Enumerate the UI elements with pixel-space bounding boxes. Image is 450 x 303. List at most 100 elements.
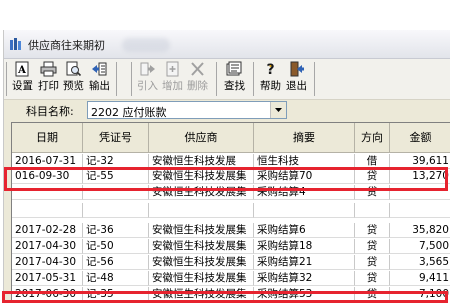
cell-date[interactable] bbox=[12, 185, 83, 200]
table-row[interactable]: 2017-04-30 记-56 安徽恒生科技发展集 采购结算21 贷 3,565 bbox=[12, 255, 450, 270]
cell-summary[interactable]: 采购结算21 bbox=[254, 255, 355, 270]
table-row[interactable]: 2017-05-31 记-48 安徽恒生科技发展集 采购结算32 贷 9,411 bbox=[12, 271, 450, 286]
cell-supplier[interactable]: 安徽恒生科技发展 bbox=[149, 154, 254, 169]
preview-button[interactable]: 预览 bbox=[61, 61, 86, 93]
cell-voucher-no[interactable]: 记-32 bbox=[83, 154, 149, 169]
app-icon bbox=[10, 38, 21, 50]
cell-supplier[interactable]: 安徽恒生科技发展集 bbox=[149, 169, 254, 184]
preview-label: 预览 bbox=[63, 80, 84, 92]
header-direction[interactable]: 方向 bbox=[355, 123, 390, 153]
cell-direction[interactable]: 贷 bbox=[355, 239, 390, 254]
cell-direction[interactable]: 贷 bbox=[355, 185, 390, 200]
header-date[interactable]: 日期 bbox=[12, 123, 83, 153]
add-icon bbox=[166, 61, 179, 77]
toolbar: A 设置 打印 预览 输出 引入 增加 删除 查找 ? 帮助 退出 bbox=[4, 59, 450, 100]
cell-supplier[interactable]: 安徽恒生科技发展集 bbox=[149, 223, 254, 238]
help-icon: ? bbox=[266, 62, 274, 77]
settings-button[interactable]: A 设置 bbox=[10, 61, 35, 93]
cell-voucher-no[interactable]: 记-36 bbox=[83, 223, 149, 238]
cell-amount[interactable]: 7,100 bbox=[390, 287, 450, 301]
subject-label: 科目名称: bbox=[26, 105, 74, 118]
cell-supplier[interactable]: 安徽恒生科技发展集 bbox=[149, 287, 254, 301]
cell-voucher-no[interactable]: 记-50 bbox=[83, 239, 149, 254]
cell-supplier[interactable]: 安徽恒生科技发展集 bbox=[149, 255, 254, 270]
table-row[interactable]: 016-09-30 记-55 安徽恒生科技发展集 采购结算70 贷 13,270 bbox=[12, 169, 450, 184]
header-summary[interactable]: 摘要 bbox=[254, 123, 355, 153]
print-button[interactable]: 打印 bbox=[36, 61, 61, 93]
cell-summary[interactable] bbox=[254, 203, 355, 218]
printer-icon bbox=[40, 61, 57, 77]
cell-summary[interactable]: 采购结算70 bbox=[254, 169, 355, 184]
table-row[interactable]: 2017-06-30 记-35 安徽恒生科技发展集 采购结算53 贷 7,100 bbox=[12, 287, 450, 301]
cell-supplier[interactable]: 安徽恒生科技发展集 bbox=[149, 239, 254, 254]
exit-button[interactable]: 退出 bbox=[284, 61, 309, 93]
cell-date[interactable]: 2017-06-30 bbox=[12, 287, 83, 301]
cell-voucher-no[interactable] bbox=[83, 203, 149, 218]
cell-amount[interactable]: 13,270 bbox=[390, 169, 450, 184]
delete-icon bbox=[191, 62, 204, 76]
cell-summary[interactable]: 采购结算4 bbox=[254, 185, 355, 200]
table-row[interactable]: 安徽恒生科技发展集 采购结算4 贷 bbox=[12, 185, 450, 200]
cell-direction[interactable]: 贷 bbox=[355, 287, 390, 301]
cell-summary[interactable]: 采购结算32 bbox=[254, 271, 355, 286]
table-row[interactable]: 2016-07-31 记-32 安徽恒生科技发展 恒生科技借 39,611 bbox=[12, 154, 450, 169]
cell-summary[interactable]: 采购结算6 bbox=[254, 223, 355, 238]
export-button[interactable]: 输出 bbox=[87, 61, 112, 93]
delete-button[interactable]: 删除 bbox=[185, 61, 210, 93]
cell-direction[interactable]: 贷 bbox=[355, 169, 390, 184]
table-row[interactable]: 2017-04-30 记-50 安徽恒生科技发展集 采购结算18 贷 7,500 bbox=[12, 239, 450, 254]
cell-date[interactable]: 2017-04-30 bbox=[12, 255, 83, 270]
find-button[interactable]: 查找 bbox=[222, 61, 247, 93]
cell-direction[interactable]: 贷 bbox=[355, 255, 390, 270]
chevron-down-icon bbox=[275, 108, 282, 112]
cell-amount[interactable] bbox=[390, 203, 450, 218]
cell-summary[interactable]: 采购结算18 bbox=[254, 239, 355, 254]
header-amount[interactable]: 金额 bbox=[390, 123, 450, 153]
help-button[interactable]: ? 帮助 bbox=[258, 61, 283, 93]
cell-voucher-no[interactable]: 记-48 bbox=[83, 271, 149, 286]
delete-label: 删除 bbox=[187, 80, 208, 92]
import-button[interactable]: 引入 bbox=[135, 61, 160, 93]
cell-supplier[interactable] bbox=[149, 203, 254, 218]
header-voucher-no[interactable]: 凭证号 bbox=[83, 123, 149, 153]
subject-select[interactable]: 2202 应付账款 bbox=[87, 101, 287, 119]
exit-label: 退出 bbox=[286, 80, 307, 92]
subject-dropdown-button[interactable] bbox=[270, 102, 286, 118]
ap-opening-balance-window: 供应商往来期初 A 设置 打印 预览 输出 引入 增加 删除 查找 ? 帮助 退… bbox=[3, 30, 450, 301]
cell-amount[interactable]: 9,411 bbox=[390, 271, 450, 286]
cell-amount[interactable]: 39,611 bbox=[390, 154, 450, 169]
cell-date[interactable]: 016-09-30 bbox=[12, 169, 83, 184]
cell-date[interactable] bbox=[12, 203, 83, 218]
import-icon bbox=[140, 62, 155, 76]
cell-voucher-no[interactable]: 记-56 bbox=[83, 255, 149, 270]
cell-direction[interactable]: 贷 bbox=[355, 271, 390, 286]
window-title: 供应商往来期初 bbox=[28, 39, 105, 52]
add-button[interactable]: 增加 bbox=[160, 61, 185, 93]
cell-date[interactable]: 2017-05-31 bbox=[12, 271, 83, 286]
cell-direction[interactable]: 贷 bbox=[355, 223, 390, 238]
cell-summary[interactable]: 恒生科技 bbox=[254, 154, 355, 169]
cell-supplier[interactable]: 安徽恒生科技发展集 bbox=[149, 271, 254, 286]
header-supplier[interactable]: 供应商 bbox=[149, 123, 254, 153]
table-row[interactable] bbox=[12, 203, 450, 218]
cell-direction[interactable]: 借 bbox=[355, 154, 390, 169]
cell-direction[interactable] bbox=[355, 203, 390, 218]
cell-voucher-no[interactable]: 记-55 bbox=[83, 169, 149, 184]
cell-date[interactable]: 2017-04-30 bbox=[12, 239, 83, 254]
cell-amount[interactable] bbox=[390, 185, 450, 200]
cell-date[interactable]: 2016-07-31 bbox=[12, 154, 83, 169]
cell-supplier[interactable]: 安徽恒生科技发展集 bbox=[149, 185, 254, 200]
cell-date[interactable]: 2017-02-28 bbox=[12, 223, 83, 238]
cell-voucher-no[interactable] bbox=[83, 185, 149, 200]
cell-amount[interactable]: 3,565 bbox=[390, 255, 450, 270]
table-row[interactable]: 2017-02-28 记-36 安徽恒生科技发展集 采购结算6 贷 35,820 bbox=[12, 223, 450, 238]
subject-value: 2202 应付账款 bbox=[91, 106, 167, 119]
cell-amount[interactable]: 35,820 bbox=[390, 223, 450, 238]
ledger-table[interactable]: 日期 凭证号 供应商 摘要 方向 金额 2016-07-31 记-32 安徽恒生科技… bbox=[11, 122, 450, 301]
cell-amount[interactable]: 7,500 bbox=[390, 239, 450, 254]
title-bar[interactable]: 供应商往来期初 bbox=[4, 30, 450, 59]
cell-voucher-no[interactable]: 记-35 bbox=[83, 287, 149, 301]
add-label: 增加 bbox=[162, 80, 183, 92]
print-label: 打印 bbox=[38, 80, 59, 92]
cell-summary[interactable]: 采购结算53 bbox=[254, 287, 355, 301]
